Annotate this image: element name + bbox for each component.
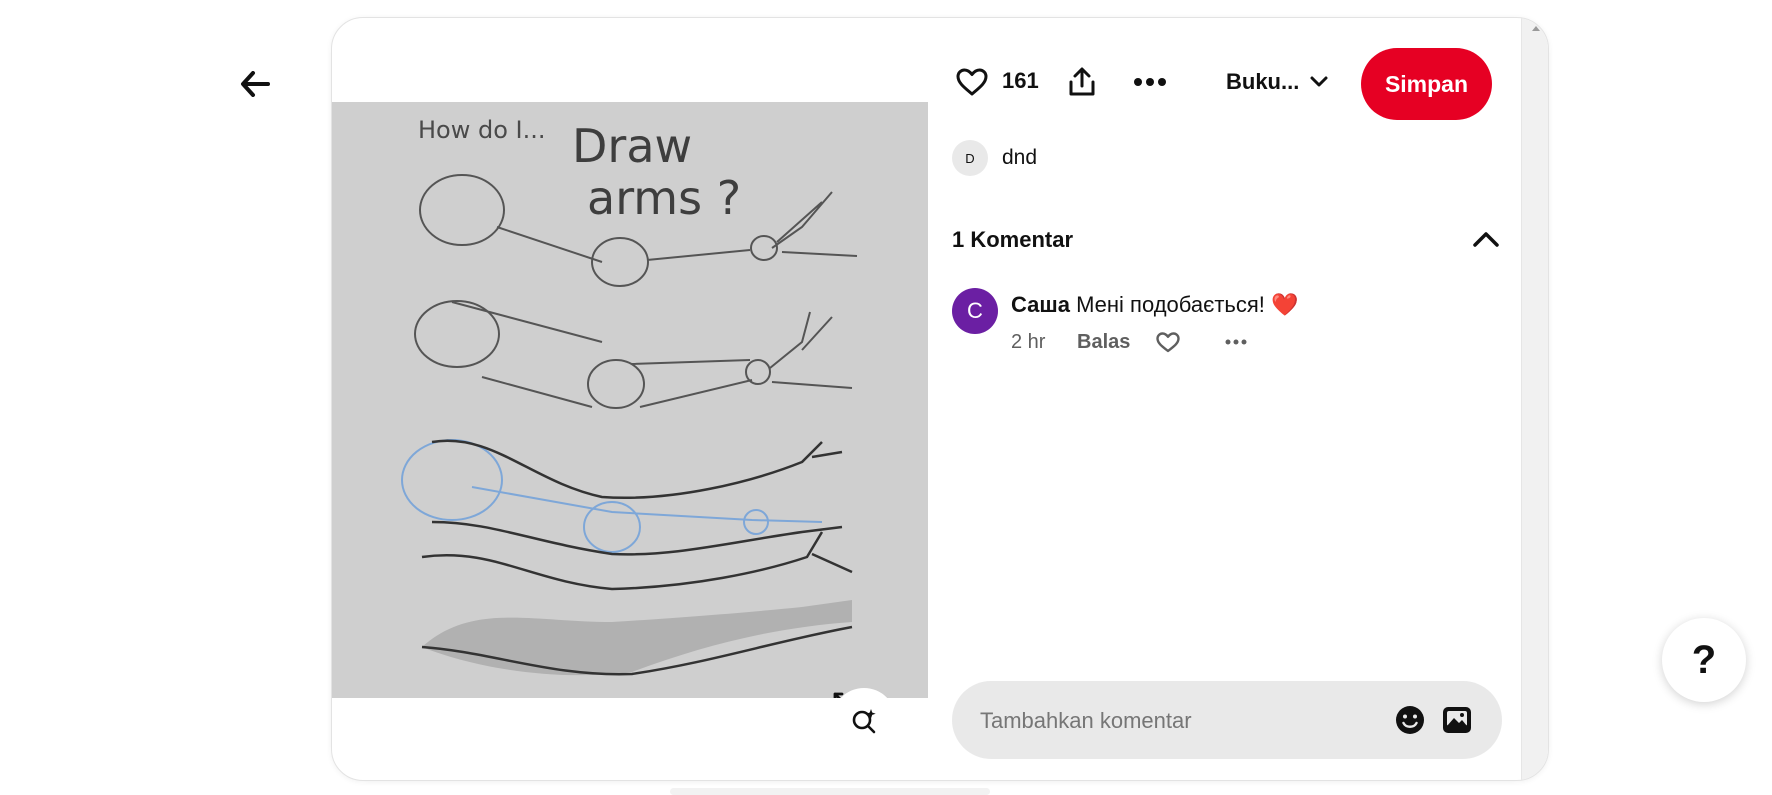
arrow-left-icon xyxy=(241,71,270,97)
image-icon xyxy=(1443,707,1471,733)
visual-search-button[interactable] xyxy=(832,688,896,752)
board-info[interactable]: D dnd xyxy=(952,140,1037,176)
more-icon xyxy=(1134,78,1166,86)
comments-title: 1 Komentar xyxy=(952,227,1074,252)
comment-author[interactable]: Саша xyxy=(1011,292,1070,317)
board-dropdown[interactable]: Buku... xyxy=(1226,66,1329,98)
heart-icon xyxy=(1156,332,1180,353)
comment-timestamp: 2 hr xyxy=(1011,330,1046,353)
more-icon xyxy=(1225,339,1247,345)
comment-input-box xyxy=(952,681,1502,761)
comments-header: 1 Komentar xyxy=(952,223,1502,255)
card-scrollbar[interactable] xyxy=(1521,18,1548,780)
sketch-heading-small: How do I... xyxy=(418,116,546,144)
collapse-comments-button[interactable] xyxy=(1470,223,1502,255)
visual-search-icon xyxy=(852,709,876,734)
pin-image[interactable]: How do I... Draw arms ? xyxy=(332,102,928,698)
comment-item: C Саша Мені подобається! ❤️ 2 hr Balas xyxy=(952,288,1502,358)
comment-input[interactable] xyxy=(978,681,1382,761)
comment-meta: 2 hr Balas xyxy=(1011,328,1255,356)
sketch-heading-draw: Draw xyxy=(572,119,692,173)
arm-sketch-drawing: How do I... Draw arms ? xyxy=(401,116,858,676)
help-button[interactable]: ? xyxy=(1662,618,1746,702)
related-pins-edge xyxy=(670,788,990,795)
emoji-icon xyxy=(1396,706,1424,734)
add-image-button[interactable] xyxy=(1439,702,1475,738)
share-button[interactable] xyxy=(1060,60,1104,104)
like-button[interactable] xyxy=(950,60,994,104)
comment-body: Саша Мені подобається! ❤️ xyxy=(1011,292,1298,318)
scroll-up-arrow-icon[interactable] xyxy=(1532,26,1540,31)
board-avatar: D xyxy=(952,140,988,176)
board-dropdown-label: Buku... xyxy=(1226,69,1300,94)
share-icon xyxy=(1069,67,1095,96)
emoji-button[interactable] xyxy=(1392,702,1428,738)
commenter-avatar[interactable]: C xyxy=(952,288,998,334)
save-button[interactable]: Simpan xyxy=(1361,48,1492,120)
comment-text: Мені подобається! ❤️ xyxy=(1076,292,1299,317)
pin-action-bar: 161 Buku... Simpan xyxy=(942,46,1502,120)
chevron-down-icon xyxy=(1310,76,1328,87)
pin-card: How do I... Draw arms ? 161 Buku... Simp… xyxy=(331,17,1549,781)
like-count: 161 xyxy=(1002,68,1039,93)
board-name: dnd xyxy=(1002,146,1038,169)
sketch-heading-arms: arms ? xyxy=(587,171,741,225)
comment-more-button[interactable] xyxy=(1225,328,1255,356)
more-options-button[interactable] xyxy=(1128,60,1172,104)
comment-like-button[interactable] xyxy=(1155,328,1191,356)
chevron-up-icon xyxy=(1473,232,1499,247)
reply-button[interactable]: Balas xyxy=(1077,331,1155,354)
back-button[interactable] xyxy=(231,64,279,104)
heart-icon xyxy=(956,68,988,96)
